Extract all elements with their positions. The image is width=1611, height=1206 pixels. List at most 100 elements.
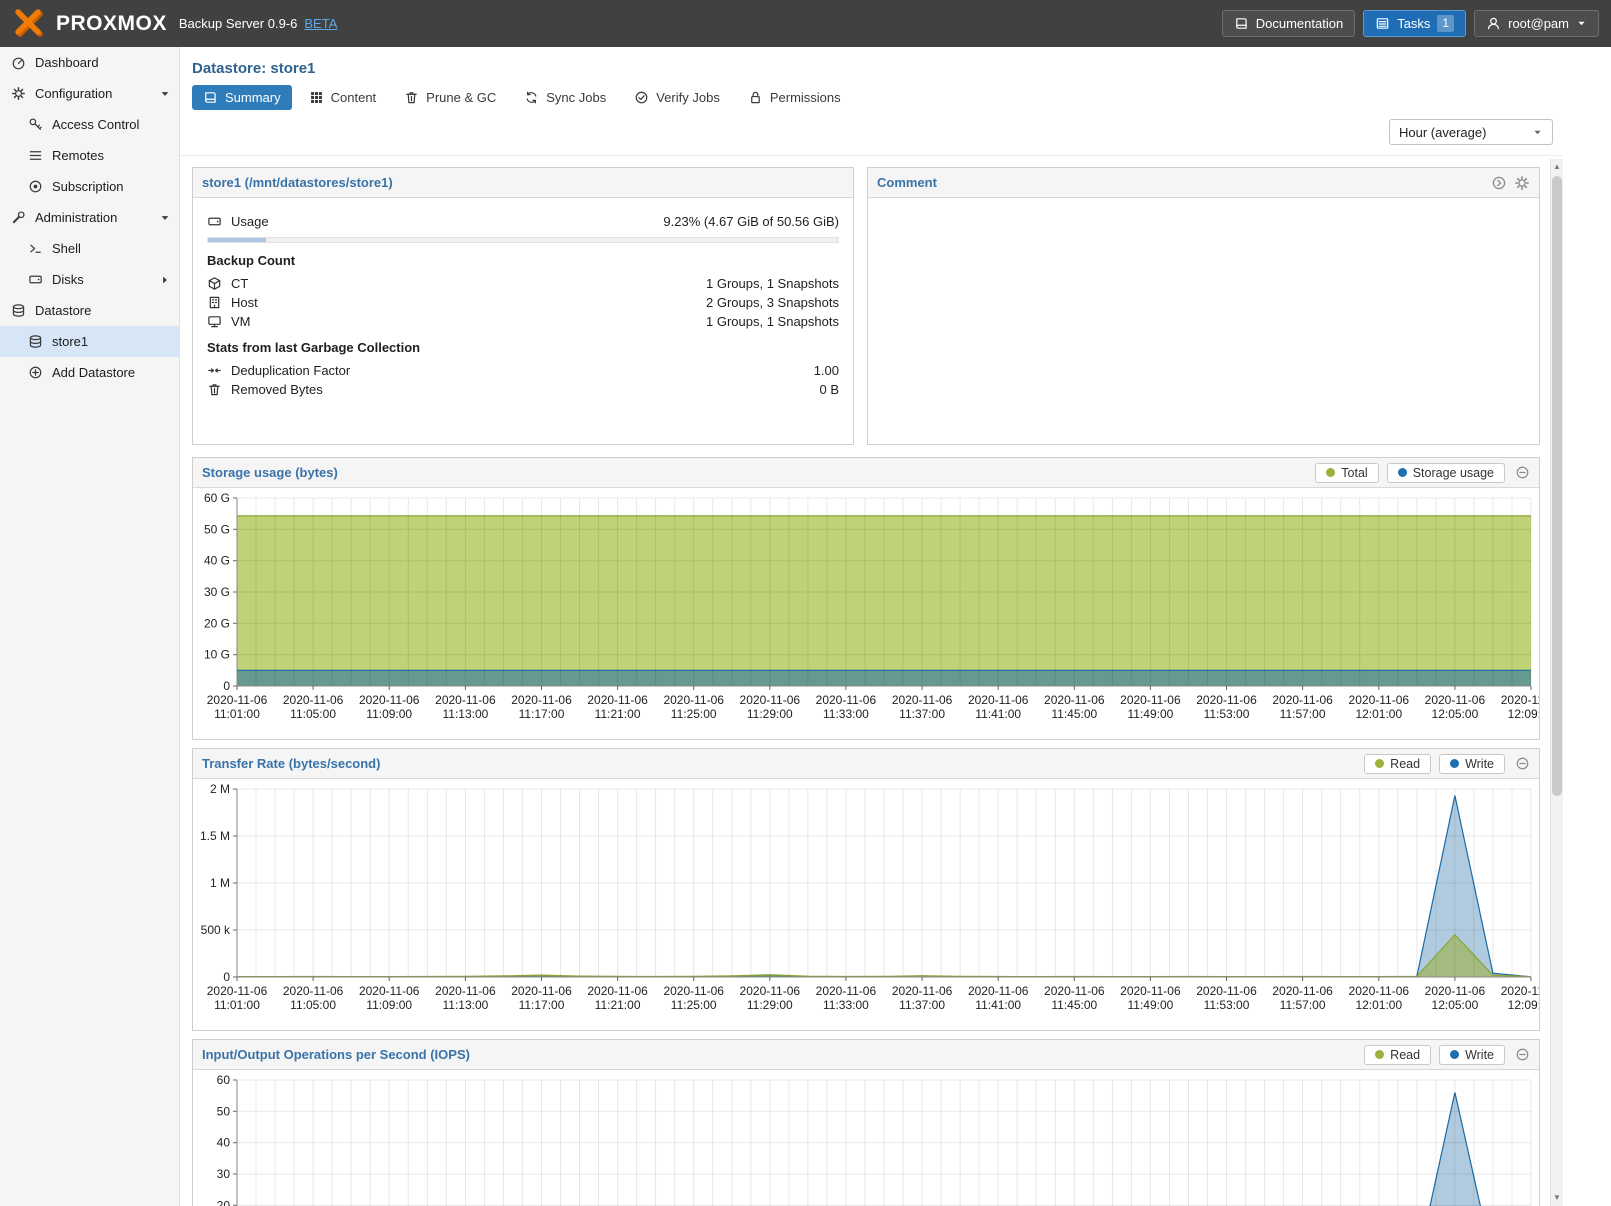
iops-chart: 01020304050602020-11-0611:01:002020-11-0… bbox=[193, 1070, 1539, 1206]
svg-text:2020-11-06: 2020-11-06 bbox=[359, 693, 420, 707]
svg-text:2020-11-06: 2020-11-06 bbox=[892, 984, 953, 998]
svg-text:12:05:00: 12:05:00 bbox=[1432, 998, 1479, 1012]
svg-text:2020-11-06: 2020-11-06 bbox=[1044, 693, 1105, 707]
svg-text:2020-11-06: 2020-11-06 bbox=[1120, 984, 1181, 998]
app-title: Backup Server 0.9-6 bbox=[179, 16, 298, 31]
total-series-dot bbox=[1326, 468, 1335, 477]
sidebar-item-remotes[interactable]: Remotes bbox=[0, 140, 179, 171]
summary-toolbar: Hour (average) bbox=[180, 115, 1563, 156]
tab-permissions[interactable]: Permissions bbox=[737, 85, 852, 110]
tab-content[interactable]: Content bbox=[298, 85, 388, 110]
svg-text:30: 30 bbox=[217, 1167, 231, 1181]
storage-usage-chart-panel: Storage usage (bytes) Total Storage usag… bbox=[192, 457, 1540, 740]
time-range-select[interactable]: Hour (average) bbox=[1389, 119, 1553, 145]
caret-down-icon bbox=[159, 88, 171, 100]
main-content: Datastore: store1 Summary Content Prune … bbox=[180, 47, 1563, 1206]
vertical-scrollbar[interactable]: ▲ ▼ bbox=[1550, 159, 1563, 1206]
svg-text:12:01:00: 12:01:00 bbox=[1355, 998, 1402, 1012]
read-series-dot bbox=[1375, 1050, 1384, 1059]
sidebar-item-label: Dashboard bbox=[35, 55, 99, 70]
sidebar-item-administration[interactable]: Administration bbox=[0, 202, 179, 233]
database-icon bbox=[11, 303, 26, 318]
svg-text:60: 60 bbox=[217, 1073, 231, 1087]
scroll-up-arrow[interactable]: ▲ bbox=[1551, 160, 1563, 174]
beta-link[interactable]: BETA bbox=[304, 16, 337, 31]
svg-text:2020-11-06: 2020-11-06 bbox=[816, 693, 877, 707]
sidebar-item-add-datastore[interactable]: Add Datastore bbox=[0, 357, 179, 388]
sidebar-item-configuration[interactable]: Configuration bbox=[0, 78, 179, 109]
svg-text:11:09:00: 11:09:00 bbox=[366, 707, 412, 721]
wrench-icon bbox=[11, 210, 26, 225]
collapse-icon[interactable] bbox=[1515, 465, 1530, 480]
svg-text:2020-11-06: 2020-11-06 bbox=[1349, 984, 1410, 998]
svg-text:11:57:00: 11:57:00 bbox=[1280, 707, 1326, 721]
sidebar-item-store1[interactable]: store1 bbox=[0, 326, 179, 357]
book-icon bbox=[203, 90, 218, 105]
scroll-down-arrow[interactable]: ▼ bbox=[1551, 1191, 1563, 1205]
svg-text:500 k: 500 k bbox=[201, 923, 231, 937]
legend-write[interactable]: Write bbox=[1439, 1045, 1505, 1065]
backup-row-host: Host 2 Groups, 3 Snapshots bbox=[207, 293, 839, 312]
comment-body[interactable] bbox=[868, 198, 1539, 226]
svg-text:2020-11-06: 2020-11-06 bbox=[435, 984, 496, 998]
legend-storage-usage[interactable]: Storage usage bbox=[1387, 463, 1505, 483]
collapse-icon[interactable] bbox=[1515, 1047, 1530, 1062]
trash-icon bbox=[404, 90, 419, 105]
svg-text:11:37:00: 11:37:00 bbox=[899, 998, 945, 1012]
sidebar-item-access-control[interactable]: Access Control bbox=[0, 109, 179, 140]
sidebar-item-datastore[interactable]: Datastore bbox=[0, 295, 179, 326]
sidebar-item-disks[interactable]: Disks bbox=[0, 264, 179, 295]
svg-text:2020-11-06: 2020-11-06 bbox=[892, 693, 953, 707]
svg-text:11:29:00: 11:29:00 bbox=[747, 707, 793, 721]
gauge-icon bbox=[11, 55, 26, 70]
svg-text:2020-11-06: 2020-11-06 bbox=[1425, 984, 1486, 998]
tab-bar: Summary Content Prune & GC Sync Jobs Ver… bbox=[180, 80, 1563, 115]
svg-text:11:17:00: 11:17:00 bbox=[519, 707, 565, 721]
sync-icon bbox=[524, 90, 539, 105]
top-header-bar: PROXMOX Backup Server 0.9-6 BETA Documen… bbox=[0, 0, 1611, 47]
tab-sync-jobs[interactable]: Sync Jobs bbox=[513, 85, 617, 110]
caret-down-icon bbox=[1576, 18, 1587, 29]
collapse-icon[interactable] bbox=[1515, 756, 1530, 771]
cube-icon bbox=[207, 276, 222, 291]
sidebar-item-label: Administration bbox=[35, 210, 117, 225]
compress-icon bbox=[207, 363, 222, 378]
svg-text:2020-11-06: 2020-11-06 bbox=[359, 984, 420, 998]
tab-prune-gc[interactable]: Prune & GC bbox=[393, 85, 507, 110]
sidebar-item-dashboard[interactable]: Dashboard bbox=[0, 47, 179, 78]
legend-total[interactable]: Total bbox=[1315, 463, 1378, 483]
svg-text:2020-11-06: 2020-11-06 bbox=[816, 984, 877, 998]
svg-text:11:21:00: 11:21:00 bbox=[595, 707, 641, 721]
gear-icon[interactable] bbox=[1514, 175, 1530, 191]
sidebar-item-shell[interactable]: Shell bbox=[0, 233, 179, 264]
tasks-button[interactable]: Tasks 1 bbox=[1363, 10, 1466, 37]
caret-right-icon bbox=[159, 274, 171, 286]
documentation-button[interactable]: Documentation bbox=[1222, 10, 1355, 37]
svg-text:40 G: 40 G bbox=[204, 554, 230, 568]
svg-text:11:05:00: 11:05:00 bbox=[290, 707, 336, 721]
svg-text:2020-11-06: 2020-11-06 bbox=[1120, 693, 1181, 707]
detail-arrow-icon[interactable] bbox=[1491, 175, 1507, 191]
user-menu-button[interactable]: root@pam bbox=[1474, 10, 1599, 37]
storage-chart-title: Storage usage (bytes) bbox=[202, 465, 338, 480]
check-circle-icon bbox=[634, 90, 649, 105]
tab-summary[interactable]: Summary bbox=[192, 85, 292, 110]
gc-row-removed-bytes: Removed Bytes 0 B bbox=[207, 380, 839, 399]
svg-text:11:29:00: 11:29:00 bbox=[747, 998, 793, 1012]
chevron-down-icon bbox=[1532, 127, 1543, 138]
legend-read[interactable]: Read bbox=[1364, 1045, 1431, 1065]
datastore-summary-panel: store1 (/mnt/datastores/store1) Usage 9.… bbox=[192, 167, 854, 445]
svg-text:0: 0 bbox=[223, 679, 230, 693]
sidebar-item-label: Add Datastore bbox=[52, 365, 135, 380]
sidebar-item-label: Configuration bbox=[35, 86, 112, 101]
scrollbar-thumb[interactable] bbox=[1552, 176, 1562, 796]
svg-text:2020-11-06: 2020-11-06 bbox=[1349, 693, 1410, 707]
tab-verify-jobs[interactable]: Verify Jobs bbox=[623, 85, 731, 110]
svg-text:11:41:00: 11:41:00 bbox=[975, 998, 1021, 1012]
legend-read[interactable]: Read bbox=[1364, 754, 1431, 774]
write-series-dot bbox=[1450, 759, 1459, 768]
iops-chart-panel: Input/Output Operations per Second (IOPS… bbox=[192, 1039, 1540, 1206]
sidebar-item-subscription[interactable]: Subscription bbox=[0, 171, 179, 202]
legend-write[interactable]: Write bbox=[1439, 754, 1505, 774]
svg-text:2020-11-06: 2020-11-06 bbox=[283, 693, 344, 707]
